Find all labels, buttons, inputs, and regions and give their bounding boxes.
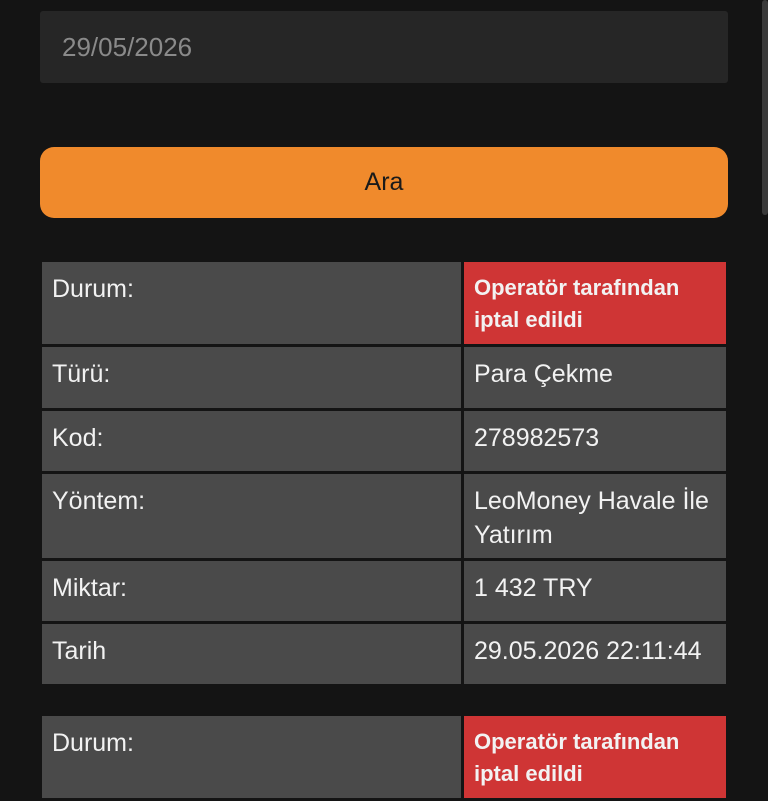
- date-input-value: 29/05/2026: [62, 31, 193, 62]
- status-label: Durum:: [42, 716, 461, 798]
- code-value: 278982573: [464, 411, 726, 471]
- date-input[interactable]: 29/05/2026: [40, 11, 728, 83]
- amount-value: 1 432 TRY: [464, 561, 726, 621]
- code-label: Kod:: [42, 411, 461, 471]
- status-label: Durum:: [42, 262, 461, 344]
- scrollbar[interactable]: [762, 0, 768, 215]
- transaction-table: Durum: Operatör tarafından iptal edildi: [42, 716, 726, 801]
- table-row: Yöntem: LeoMoney Havale İle Yatırım: [42, 474, 726, 558]
- table-row: Durum: Operatör tarafından iptal edildi: [42, 716, 726, 798]
- table-row: Kod: 278982573: [42, 411, 726, 471]
- type-label: Türü:: [42, 347, 461, 408]
- transaction-table: Durum: Operatör tarafından iptal edildi …: [42, 262, 726, 687]
- search-button-label: Ara: [364, 168, 404, 196]
- search-button[interactable]: Ara: [40, 147, 728, 218]
- table-row: Tarih 29.05.2026 22:11:44: [42, 624, 726, 684]
- date-label: Tarih: [42, 624, 461, 684]
- amount-label: Miktar:: [42, 561, 461, 621]
- status-badge: Operatör tarafından iptal edildi: [464, 716, 726, 798]
- table-row: Miktar: 1 432 TRY: [42, 561, 726, 621]
- table-row: Türü: Para Çekme: [42, 347, 726, 408]
- method-label: Yöntem:: [42, 474, 461, 558]
- type-value: Para Çekme: [464, 347, 726, 408]
- table-row: Durum: Operatör tarafından iptal edildi: [42, 262, 726, 344]
- date-value: 29.05.2026 22:11:44: [464, 624, 726, 684]
- status-badge: Operatör tarafından iptal edildi: [464, 262, 726, 344]
- method-value: LeoMoney Havale İle Yatırım: [464, 474, 726, 558]
